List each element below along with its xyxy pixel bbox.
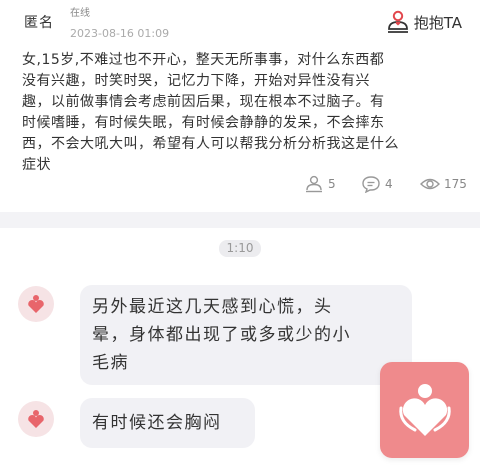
online-status: 在线 [70,8,90,19]
heart-person-icon [28,410,44,428]
message-line: 有时候还会胸闷 [92,413,222,433]
view-count: 175 [444,177,467,191]
hug-count-stat[interactable]: 5 [304,174,336,194]
hug-person-icon [387,10,408,33]
floating-hug-button[interactable] [380,362,469,458]
post-content: 女,15岁,不难过也不开心，整天无所事事，对什么东西都 没有兴趣，时笑时哭，记忆… [22,50,462,176]
avatar[interactable] [18,286,54,322]
post-content-line: 症状 [22,157,51,173]
chat-timestamp: 1:10 [219,240,261,257]
author-name[interactable]: 匿名 [24,12,54,32]
eye-icon [420,178,440,190]
post-content-line: 趣，以前做事情会考虑前因后果，现在根本不过脑子。有 [22,94,385,110]
hug-outline-icon [306,175,322,193]
section-divider [0,212,480,228]
heart-person-icon [28,295,44,313]
hug-button-label: 抱抱TA [413,13,462,32]
chat-message-bubble[interactable]: 有时候还会胸闷 [80,398,255,448]
chat-message-bubble[interactable]: 另外最近这几天感到心慌，头 晕，身体都出现了或多或少的小 毛病 [80,285,412,385]
comment-count: 4 [385,177,393,191]
avatar[interactable] [18,401,54,437]
post-timestamp: 2023-08-16 01:09 [70,27,170,40]
hug-ta-button[interactable]: 抱抱TA [387,9,462,35]
message-line: 另外最近这几天感到心慌，头 [92,297,333,317]
post-content-line: 时候嗜睡，有时候失眠，有时候会静静的发呆，不会摔东 [22,115,385,131]
heart-hug-icon [398,384,451,436]
hug-count: 5 [328,177,336,191]
post-content-line: 女,15岁,不难过也不开心，整天无所事事，对什么东西都 [22,52,385,68]
comment-count-stat[interactable]: 4 [361,174,393,194]
message-line: 毛病 [92,353,129,373]
comment-bubble-icon [362,176,380,193]
post-content-line: 西，不会大吼大叫，希望有人可以帮我分析分析我这是什么 [22,136,399,152]
post-header: 匿名 在线 2023-08-16 01:09 抱抱TA [0,0,480,50]
view-count-stat: 175 [420,174,467,194]
post-content-line: 没有兴趣，时笑时哭，记忆力下降，开始对异性没有兴 [22,73,370,89]
message-line: 晕，身体都出现了或多或少的小 [92,325,351,345]
